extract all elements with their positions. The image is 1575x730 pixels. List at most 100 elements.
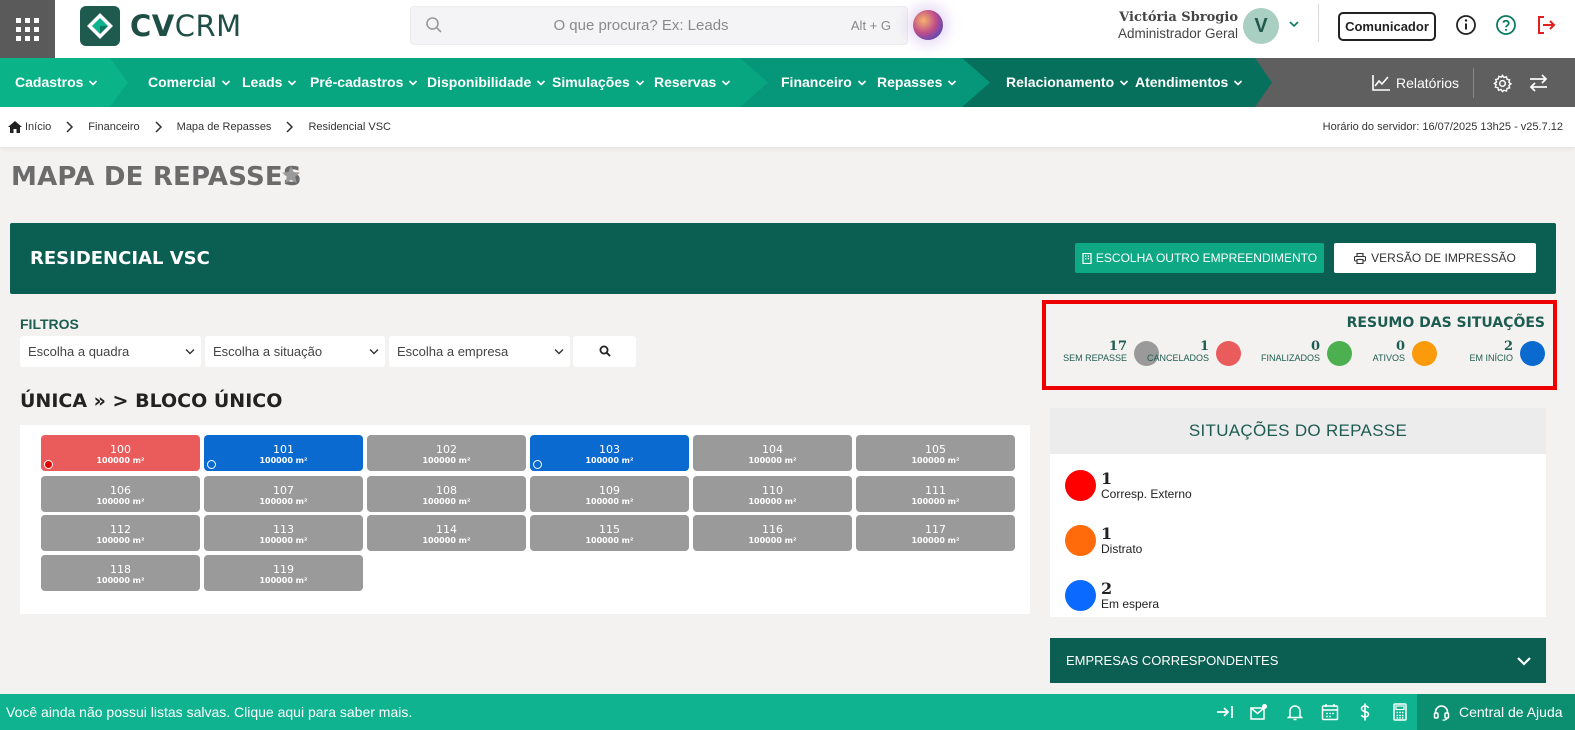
status-dot: [207, 460, 216, 469]
unit-tile[interactable]: 108 100000 m²: [367, 476, 526, 512]
switch-arrows-icon[interactable]: [1529, 74, 1548, 92]
chevron-down-icon: [635, 80, 644, 86]
filter-search-button[interactable]: [573, 336, 636, 367]
breadcrumb-inicio[interactable]: Início: [25, 121, 51, 133]
stat-label: EM INÍCIO: [1469, 353, 1513, 363]
unit-tile[interactable]: 110 100000 m²: [693, 476, 852, 512]
unit-tile[interactable]: 102 100000 m²: [367, 435, 526, 471]
collapse-right-icon[interactable]: [1216, 703, 1234, 721]
global-search[interactable]: Alt + G: [410, 6, 908, 45]
unit-tile[interactable]: 118 100000 m²: [41, 555, 200, 591]
bell-icon[interactable]: [1286, 703, 1304, 721]
project-banner: RESIDENCIAL VSC ESCOLHA OUTRO EMPREENDIM…: [10, 223, 1556, 294]
quadra-select[interactable]: Escolha a quadra: [20, 336, 201, 367]
nav-comercial[interactable]: Comercial: [148, 58, 231, 107]
unit-tile[interactable]: 101 100000 m²: [204, 435, 363, 471]
top-header: CVCRM Alt + G Victória Sbrogio Administr…: [0, 0, 1575, 58]
status-dot: [1065, 580, 1096, 611]
divider: [1318, 4, 1319, 42]
situation-label: Em espera: [1101, 597, 1160, 611]
ai-assistant-icon[interactable]: [913, 10, 943, 40]
unit-tile[interactable]: 114 100000 m²: [367, 515, 526, 551]
calendar-icon[interactable]: [1321, 703, 1339, 721]
empresa-select-value: Escolha a empresa: [397, 344, 509, 359]
unit-number: 116: [762, 523, 783, 536]
unit-number: 103: [599, 443, 620, 456]
nav-disponibilidade[interactable]: Disponibilidade: [427, 58, 546, 107]
star-icon[interactable]: [281, 165, 301, 185]
unit-tile[interactable]: 117 100000 m²: [856, 515, 1015, 551]
nav-cadastros[interactable]: Cadastros: [15, 58, 98, 107]
stat-label: FINALIZADOS: [1260, 353, 1320, 363]
calculator-icon[interactable]: [1391, 703, 1409, 721]
empresas-accordion[interactable]: EMPRESAS CORRESPONDENTES: [1050, 638, 1546, 683]
unit-tile[interactable]: 106 100000 m²: [41, 476, 200, 512]
unit-area: 100000 m²: [585, 497, 634, 506]
chevron-down-icon: [857, 80, 866, 86]
chevron-down-icon: [948, 80, 957, 86]
nav-pre-cadastros[interactable]: Pré-cadastros: [310, 58, 418, 107]
logo-mark-icon: [80, 6, 120, 46]
unit-area: 100000 m²: [422, 456, 471, 465]
status-dot: [1065, 470, 1096, 501]
print-version-button[interactable]: VERSÃO DE IMPRESSÃO: [1334, 243, 1536, 273]
choose-project-button[interactable]: ESCOLHA OUTRO EMPREENDIMENTO: [1075, 243, 1324, 273]
unit-tile[interactable]: 112 100000 m²: [41, 515, 200, 551]
unit-tile[interactable]: 113 100000 m²: [204, 515, 363, 551]
comunicador-button[interactable]: Comunicador: [1338, 12, 1436, 41]
unit-tile[interactable]: 116 100000 m²: [693, 515, 852, 551]
unit-tile[interactable]: 119 100000 m²: [204, 555, 363, 591]
unit-tile[interactable]: 107 100000 m²: [204, 476, 363, 512]
help-center-label: Central de Ajuda: [1459, 704, 1563, 720]
info-icon[interactable]: [1455, 14, 1477, 36]
situation-count: 2: [1101, 579, 1113, 598]
situations-summary: RESUMO DAS SITUAÇÕES 17 SEM REPASSE 1 CANCE…: [1042, 300, 1557, 390]
unit-tile[interactable]: 103 100000 m²: [530, 435, 689, 471]
avatar[interactable]: V: [1243, 8, 1279, 44]
nav-financeiro[interactable]: Financeiro: [781, 58, 867, 107]
mail-notification-icon[interactable]: [1250, 703, 1268, 721]
unit-number: 119: [273, 563, 294, 576]
logo[interactable]: CVCRM: [80, 6, 242, 46]
empresa-select[interactable]: Escolha a empresa: [389, 336, 570, 367]
breadcrumb-mapa-repasses[interactable]: Mapa de Repasses: [177, 121, 272, 133]
stat-count: 0: [1395, 339, 1405, 354]
breadcrumb-financeiro[interactable]: Financeiro: [88, 121, 139, 133]
nav-leads[interactable]: Leads: [242, 58, 297, 107]
nav-relatorios[interactable]: Relatórios: [1372, 58, 1459, 107]
logout-icon[interactable]: [1535, 14, 1557, 36]
search-icon: [426, 17, 442, 33]
gear-icon[interactable]: [1493, 74, 1512, 93]
unit-tile[interactable]: 105 100000 m²: [856, 435, 1015, 471]
unit-tile[interactable]: 111 100000 m²: [856, 476, 1015, 512]
nav-reservas[interactable]: Reservas: [654, 58, 731, 107]
nav-relacionamento[interactable]: Relacionamento: [1006, 58, 1129, 107]
unit-number: 117: [925, 523, 946, 536]
user-info[interactable]: Victória Sbrogio Administrador Geral: [1118, 10, 1238, 41]
unit-area: 100000 m²: [748, 456, 797, 465]
block-title: ÚNICA » > BLOCO ÚNICO: [20, 390, 283, 412]
chevron-down-icon: [185, 349, 195, 355]
unit-tile[interactable]: 100 100000 m²: [41, 435, 200, 471]
unit-tile[interactable]: 104 100000 m²: [693, 435, 852, 471]
status-dot: [44, 460, 53, 469]
chevron-down-icon[interactable]: [1287, 17, 1301, 31]
nav-repasses[interactable]: Repasses: [877, 58, 957, 107]
situacao-select[interactable]: Escolha a situação: [205, 336, 385, 367]
dollar-icon[interactable]: [1356, 703, 1374, 721]
help-icon[interactable]: [1495, 14, 1517, 36]
unit-tile[interactable]: 109 100000 m²: [530, 476, 689, 512]
search-input[interactable]: [451, 7, 831, 44]
nav-atendimentos[interactable]: Atendimentos: [1135, 58, 1243, 107]
chevron-down-icon: [288, 80, 297, 86]
status-dot: [1327, 341, 1352, 366]
apps-menu-icon[interactable]: [0, 0, 55, 58]
saved-lists-message[interactable]: Você ainda não possui listas salvas. Cli…: [6, 704, 412, 720]
nav-relatorios-label: Relatórios: [1396, 74, 1460, 91]
unit-number: 115: [599, 523, 620, 536]
help-center-button[interactable]: Central de Ajuda: [1417, 694, 1575, 730]
unit-number: 111: [925, 484, 946, 497]
nav-simulacoes[interactable]: Simulações: [552, 58, 645, 107]
chevron-down-icon: [554, 349, 564, 355]
unit-tile[interactable]: 115 100000 m²: [530, 515, 689, 551]
